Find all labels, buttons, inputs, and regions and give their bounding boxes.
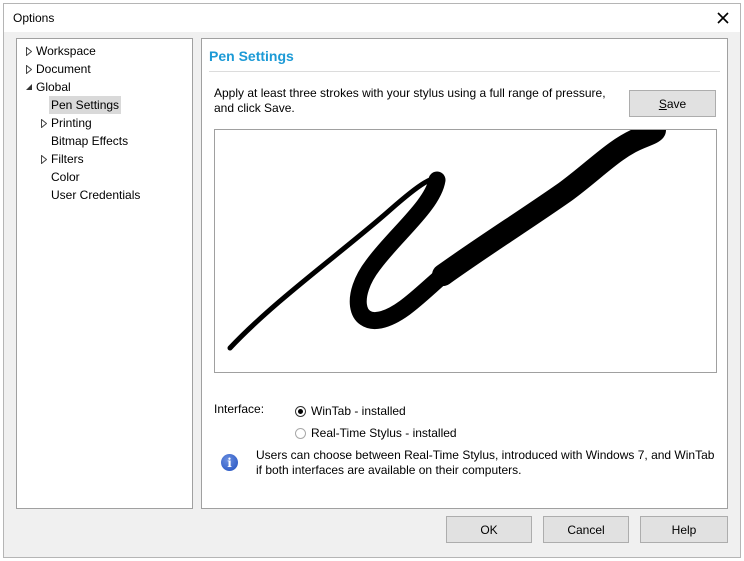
info-line: Users can choose between Real-Time Stylu… [256, 448, 715, 462]
page-title: Pen Settings [209, 48, 294, 64]
stroke-thin [227, 176, 443, 351]
triangle-right-icon[interactable] [39, 150, 49, 168]
triangle-right-icon[interactable] [39, 114, 49, 132]
save-mnemonic: S [658, 96, 667, 111]
triangle-right-icon[interactable] [24, 42, 34, 60]
stroke-thick [432, 130, 666, 286]
tree-item-label: Color [51, 170, 80, 184]
save-button-label: Save [659, 97, 686, 111]
pen-test-canvas[interactable] [214, 129, 717, 373]
title-divider [209, 71, 720, 72]
title-bar: Options [4, 4, 740, 32]
info-text: Users can choose between Real-Time Stylu… [256, 448, 716, 478]
tree-item-label: Bitmap Effects [51, 134, 129, 148]
instructions-text: Apply at least three strokes with your s… [214, 86, 614, 116]
tree-item-label: Pen Settings [49, 96, 122, 114]
close-button[interactable] [706, 4, 740, 32]
tree-item-label: Workspace [36, 44, 96, 58]
window-title: Options [13, 11, 55, 25]
instructions-line: Apply at least three strokes with your s… [214, 86, 606, 100]
radio-button-checked[interactable] [295, 405, 306, 417]
pen-strokes [227, 130, 666, 351]
tree-item-label: Printing [51, 116, 92, 130]
close-icon [717, 12, 729, 24]
radio-real-time-stylus[interactable]: Real-Time Stylus - installed [295, 425, 457, 441]
save-button[interactable]: Save [629, 90, 716, 117]
help-label: Help [671, 522, 697, 537]
pen-settings-panel: Pen Settings Apply at least three stroke… [201, 38, 728, 509]
instructions-line: and click Save. [214, 101, 295, 115]
info-icon: i [221, 454, 238, 471]
options-dialog: Options Workspace Document Global Pen Se… [3, 3, 741, 558]
tree-item-label: Filters [51, 152, 84, 166]
radio-button-unchecked[interactable] [295, 427, 306, 439]
cancel-label: Cancel [567, 522, 605, 537]
radio-wintab[interactable]: WinTab - installed [295, 403, 406, 419]
tree-item-label: Global [36, 80, 71, 94]
options-tree: Workspace Document Global Pen Settings P… [16, 38, 193, 509]
cancel-button[interactable]: Cancel [543, 516, 629, 543]
radio-label: WinTab - installed [311, 404, 406, 418]
save-label-rest: ave [666, 96, 687, 111]
radio-label: Real-Time Stylus - installed [311, 426, 457, 440]
tree-item-label: User Credentials [51, 188, 141, 202]
ok-label: OK [480, 522, 498, 537]
triangle-down-icon[interactable] [24, 78, 34, 96]
help-button[interactable]: Help [640, 516, 728, 543]
info-line: if both interfaces are available on thei… [256, 463, 522, 477]
ok-button[interactable]: OK [446, 516, 532, 543]
triangle-right-icon[interactable] [24, 60, 34, 78]
tree-item-label: Document [36, 62, 91, 76]
interface-label: Interface: [214, 402, 265, 416]
